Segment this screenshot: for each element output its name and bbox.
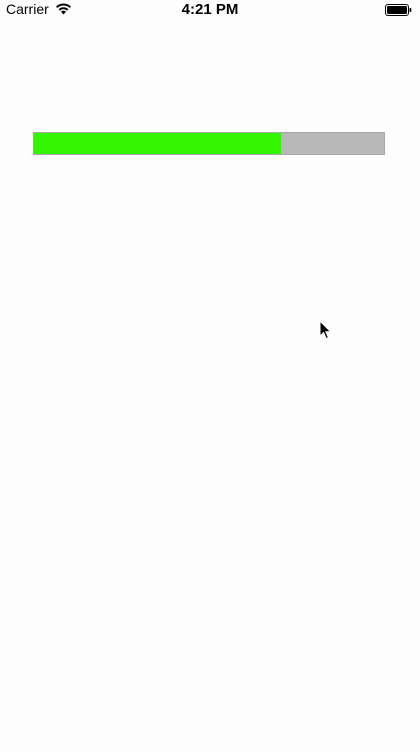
battery-full-icon [385, 3, 412, 16]
progress-bar-fill [34, 133, 281, 154]
progress-bar [33, 132, 385, 155]
app-screen: Carrier 4:21 PM [0, 0, 420, 752]
status-time: 4:21 PM [181, 1, 239, 18]
mouse-pointer-icon [319, 319, 332, 340]
status-bar: Carrier 4:21 PM [0, 0, 420, 20]
